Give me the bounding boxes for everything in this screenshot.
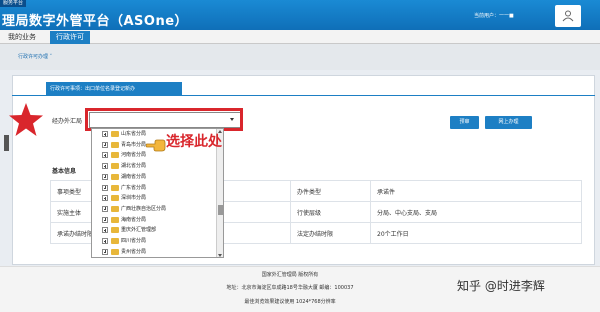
folder-icon (111, 195, 119, 202)
field-label-bureau: 经办外汇局 (52, 118, 83, 125)
current-user: 当前用户：一一■ (474, 12, 514, 19)
sub-header (0, 44, 600, 70)
top-header: 服务平台 理局数字外管平台（ASOne） 当前用户：一一■ (0, 0, 600, 30)
watermark: 知乎 @时进李辉 (457, 279, 545, 293)
expand-icon[interactable] (102, 248, 108, 255)
expand-icon[interactable] (102, 238, 108, 244)
scroll-down-icon[interactable] (218, 254, 222, 257)
table-cell: 法定办结时限 (290, 222, 371, 244)
folder-icon (111, 184, 119, 191)
avatar[interactable] (555, 5, 581, 27)
footer-copyright: 国家外汇管理局 版权所有 (261, 272, 319, 278)
folder-icon (111, 227, 119, 234)
expand-icon[interactable] (102, 152, 108, 159)
tab-license-item[interactable]: 行政许可事项：出口单位名录登记新办 (46, 82, 182, 96)
folder-icon (111, 238, 119, 244)
section-title: 基本信息 (52, 168, 77, 175)
folder-icon (111, 163, 119, 170)
main-nav: 我的业务 行政许可 (0, 30, 600, 44)
user-label: 当前用户： (474, 13, 500, 19)
list-item[interactable]: 四川省分局 (92, 236, 212, 246)
list-item[interactable]: 深圳市分局 (92, 193, 212, 203)
table-cell: 20个工作日 (370, 222, 582, 244)
folder-icon (111, 131, 119, 137)
list-item[interactable]: 湖北省分局 (92, 161, 212, 171)
table-cell: 办件类型 (290, 180, 371, 202)
list-item[interactable]: 广西壮族自治区分局 (92, 204, 212, 214)
folder-icon (111, 152, 119, 159)
user-icon (562, 10, 574, 22)
online-apply-button[interactable]: 网上办理 (485, 116, 532, 129)
table-cell: 分局、中心支局、支局 (370, 201, 582, 223)
expand-icon[interactable] (102, 227, 108, 234)
annotation-callout: 选择此处 (166, 134, 222, 150)
expand-icon[interactable] (102, 216, 108, 223)
panel-tab-row: 行政许可事项：出口单位名录登记新办 (12, 82, 595, 96)
app-title: 理局数字外管平台（ASOne） (2, 14, 189, 29)
list-item[interactable]: 湖南省分局 (92, 172, 212, 182)
footer-address: 地址：北京市海淀区阜成路18号华融大厦 邮编：100037 (226, 285, 354, 291)
folder-icon (111, 248, 119, 255)
footer-resolution-note: 最佳浏览效果建议使用 1024*768分辨率 (244, 299, 336, 305)
list-item[interactable]: 海南省分局 (92, 215, 212, 225)
folder-icon (111, 216, 119, 223)
expand-icon[interactable] (102, 163, 108, 170)
scroll-thumb[interactable] (218, 205, 223, 215)
expand-icon[interactable] (102, 131, 108, 137)
expand-icon[interactable] (102, 173, 108, 180)
pointing-hand-icon (146, 139, 166, 152)
list-item[interactable]: 重庆外汇管理部 (92, 225, 212, 235)
folder-icon (111, 173, 119, 180)
platform-badge: 服务平台 (0, 0, 27, 7)
star-marker-icon (9, 103, 43, 136)
list-item[interactable]: 贵州省分局 (92, 247, 212, 257)
table-cell: 承诺件 (370, 180, 582, 202)
expand-icon[interactable] (102, 205, 108, 212)
list-item[interactable]: 广东省分局 (92, 183, 212, 193)
user-name: 一一■ (499, 13, 514, 19)
folder-icon (111, 141, 119, 148)
table-cell: 行使层级 (290, 201, 371, 223)
expand-icon[interactable] (102, 141, 108, 148)
expand-icon[interactable] (102, 195, 108, 202)
tab-administrative-license[interactable]: 行政许可 (50, 31, 90, 44)
tab-my-business[interactable]: 我的业务 (2, 31, 42, 44)
preview-button[interactable]: 预审 (450, 116, 479, 129)
expand-icon[interactable] (102, 184, 108, 191)
breadcrumb[interactable]: 行政许可办理 ˅ (18, 53, 52, 60)
folder-icon (111, 205, 119, 212)
